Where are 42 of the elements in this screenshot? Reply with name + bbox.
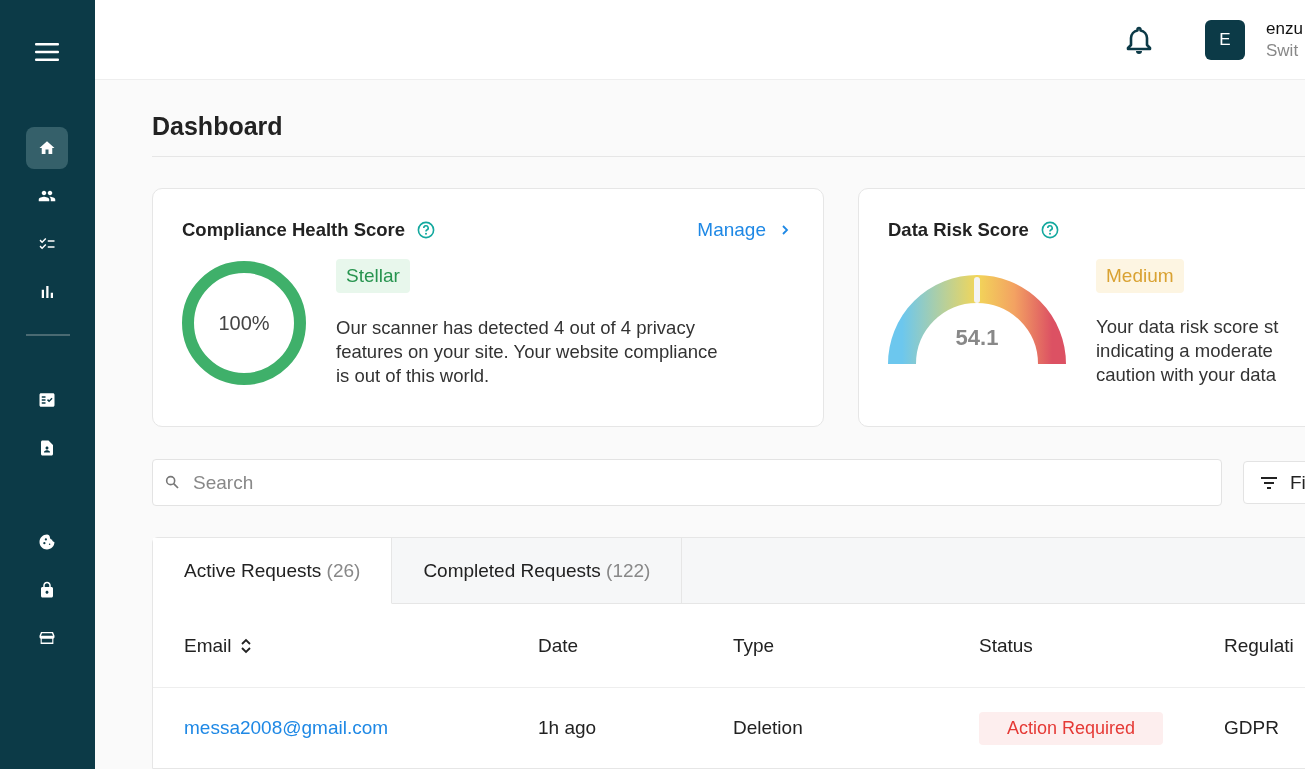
score-value: 100% xyxy=(217,310,271,336)
form-check-icon xyxy=(37,391,56,409)
storefront-icon xyxy=(37,629,56,647)
tab[interactable]: Completed Requests (122) xyxy=(392,538,683,604)
status-badge: Medium xyxy=(1096,259,1184,293)
column-header[interactable]: Email xyxy=(184,634,538,657)
table-cell-text: 1h ago xyxy=(538,717,598,739)
card-title: Data Risk Score xyxy=(888,219,1029,241)
page-title: Dashboard xyxy=(152,112,1305,157)
manage-link[interactable]: Manage xyxy=(697,219,790,241)
bell-icon[interactable] xyxy=(1125,24,1153,55)
table-cell-text: GDPR xyxy=(1224,717,1280,739)
user-subtitle: Swit xyxy=(1266,40,1300,61)
cookie-icon xyxy=(37,533,56,551)
help-icon[interactable] xyxy=(417,221,436,239)
filter-icon xyxy=(1260,475,1278,490)
search-icon xyxy=(164,474,180,490)
table-cell-text: Deletion xyxy=(733,717,804,739)
description-line: Your data risk score st xyxy=(1096,315,1280,339)
user-name: enzu xyxy=(1266,18,1303,39)
status-badge: Action Required xyxy=(979,711,1164,745)
home-icon xyxy=(37,139,56,157)
column-header: Date xyxy=(538,634,580,657)
description: Our scanner has detected 4 out of 4 privacy features on your site. Your website compliance is out of this world. xyxy=(336,316,719,388)
search-field[interactable]: Search xyxy=(152,459,1222,506)
email-link[interactable]: messa2008@gmail.com xyxy=(184,717,538,739)
score-value: 54.1 xyxy=(954,325,1000,351)
nav-item[interactable] xyxy=(25,127,68,169)
user-avatar[interactable]: E xyxy=(1205,19,1245,60)
card-title: Compliance Health Score xyxy=(182,219,406,241)
column-header: Regulati xyxy=(1224,634,1295,657)
chevron-right-icon xyxy=(780,224,790,236)
description-line: indicating a moderate xyxy=(1096,339,1274,363)
status-badge: Stellar xyxy=(336,259,410,293)
menu-icon[interactable] xyxy=(34,43,59,61)
description-line: caution with your data xyxy=(1096,363,1277,387)
help-icon[interactable] xyxy=(1040,221,1059,239)
filter-button[interactable]: Fi xyxy=(1243,461,1305,504)
tab[interactable]: Active Requests (26) xyxy=(153,538,393,604)
sort-icon xyxy=(239,636,252,655)
column-header: Type xyxy=(733,634,776,657)
column-header: Status xyxy=(979,634,1034,657)
